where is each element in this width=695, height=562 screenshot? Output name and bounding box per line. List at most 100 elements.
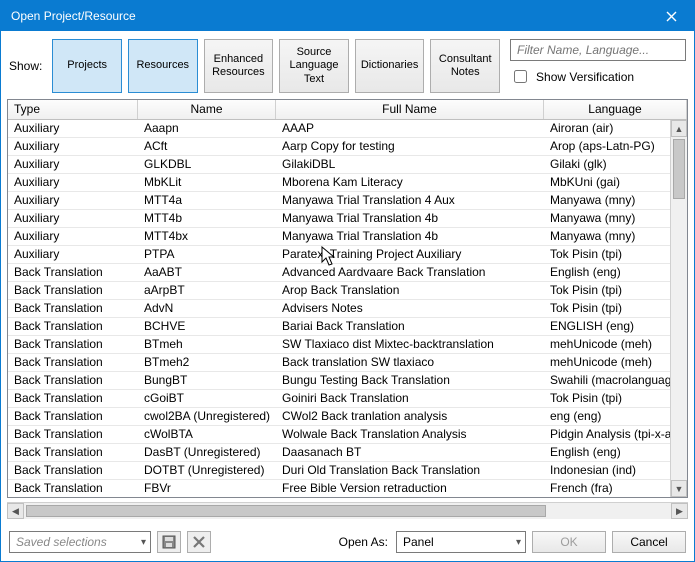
vertical-scrollbar[interactable]: ▲ ▼ — [670, 120, 687, 497]
header-type[interactable]: Type — [8, 100, 138, 119]
cell-type: Back Translation — [8, 336, 138, 353]
cell-type: Back Translation — [8, 426, 138, 443]
consultant-notes-button-label: Consultant Notes — [433, 53, 497, 79]
scroll-up-button[interactable]: ▲ — [671, 120, 687, 137]
cell-lang: mehUnicode (meh) — [544, 354, 687, 371]
resources-button[interactable]: Resources — [128, 39, 198, 93]
horizontal-scroll-thumb[interactable] — [26, 505, 546, 517]
cell-lang: mehUnicode (meh) — [544, 336, 687, 353]
cell-name: AdvN — [138, 300, 276, 317]
header-full-name[interactable]: Full Name — [276, 100, 544, 119]
table-row[interactable]: AuxiliaryMbKLitMborena Kam LiteracyMbKUn… — [8, 174, 687, 192]
table-row[interactable]: Back TranslationAaABTAdvanced Aardvaare … — [8, 264, 687, 282]
cell-type: Back Translation — [8, 390, 138, 407]
table-row[interactable]: AuxiliaryGLKDBLGilakiDBLGilaki (glk) — [8, 156, 687, 174]
cell-full: Back translation SW tlaxiaco — [276, 354, 544, 371]
cell-type: Auxiliary — [8, 228, 138, 245]
header-language[interactable]: Language — [544, 100, 687, 119]
table-header: Type Name Full Name Language — [8, 100, 687, 120]
table-row[interactable]: Back TranslationDOTBT (Unregistered)Duri… — [8, 462, 687, 480]
cell-name: GLKDBL — [138, 156, 276, 173]
cell-name: BungBT — [138, 372, 276, 389]
scroll-left-button[interactable]: ◀ — [7, 503, 24, 519]
cell-lang: Tok Pisin (tpi) — [544, 246, 687, 263]
table-row[interactable]: AuxiliaryPTPAParatext Training Project A… — [8, 246, 687, 264]
cancel-button[interactable]: Cancel — [612, 531, 686, 553]
projects-button-label: Projects — [67, 59, 107, 72]
cell-full: Aarp Copy for testing — [276, 138, 544, 155]
cell-full: Advanced Aardvaare Back Translation — [276, 264, 544, 281]
projects-button[interactable]: Projects — [52, 39, 122, 93]
cell-full: SW Tlaxiaco dist Mixtec-backtranslation — [276, 336, 544, 353]
cell-lang: MbKUni (gai) — [544, 174, 687, 191]
saved-selections-dropdown[interactable]: Saved selections ▾ — [9, 531, 151, 553]
table-row[interactable]: Back Translationcwol2BA (Unregistered)CW… — [8, 408, 687, 426]
cell-full: Mborena Kam Literacy — [276, 174, 544, 191]
cell-lang: ENGLISH (eng) — [544, 318, 687, 335]
saved-selections-placeholder: Saved selections — [16, 535, 107, 549]
delete-selection-button[interactable] — [187, 531, 211, 553]
consultant-notes-button[interactable]: Consultant Notes — [430, 39, 500, 93]
chevron-down-icon: ▾ — [141, 537, 146, 548]
cell-lang: Pidgin Analysis (tpi-x-an... — [544, 426, 687, 443]
scroll-right-button[interactable]: ▶ — [671, 503, 688, 519]
cell-lang: Gilaki (glk) — [544, 156, 687, 173]
cell-name: PTPA — [138, 246, 276, 263]
dictionaries-button[interactable]: Dictionaries — [355, 39, 425, 93]
cell-full: Arop Back Translation — [276, 282, 544, 299]
cell-lang: Tok Pisin (tpi) — [544, 300, 687, 317]
cell-lang: Arop (aps-Latn-PG) — [544, 138, 687, 155]
table: Type Name Full Name Language AuxiliaryAa… — [7, 99, 688, 498]
table-row[interactable]: Back TranslationBTmehSW Tlaxiaco dist Mi… — [8, 336, 687, 354]
cell-lang: Manyawa (mny) — [544, 210, 687, 227]
table-row[interactable]: Back TranslationaArpBTArop Back Translat… — [8, 282, 687, 300]
cell-type: Auxiliary — [8, 210, 138, 227]
cell-name: MTT4b — [138, 210, 276, 227]
cell-lang: English (eng) — [544, 444, 687, 461]
table-row[interactable]: Back TranslationBCHVEBariai Back Transla… — [8, 318, 687, 336]
cell-type: Back Translation — [8, 282, 138, 299]
table-row[interactable]: AuxiliaryAaapnAAAPAiroran (air) — [8, 120, 687, 138]
vertical-scroll-track[interactable] — [671, 137, 687, 480]
table-body[interactable]: AuxiliaryAaapnAAAPAiroran (air)Auxiliary… — [8, 120, 687, 497]
horizontal-scrollbar[interactable]: ◀ ▶ — [7, 502, 688, 519]
table-row[interactable]: AuxiliaryMTT4bxManyawa Trial Translation… — [8, 228, 687, 246]
cell-full: Duri Old Translation Back Translation — [276, 462, 544, 479]
cell-type: Back Translation — [8, 354, 138, 371]
cell-lang: French (fra) — [544, 480, 687, 497]
vertical-scroll-thumb[interactable] — [673, 139, 685, 199]
show-versification-checkbox[interactable] — [514, 70, 527, 83]
cell-type: Auxiliary — [8, 192, 138, 209]
show-versification-row[interactable]: Show Versification — [510, 67, 686, 86]
table-row[interactable]: Back TranslationcGoiBTGoiniri Back Trans… — [8, 390, 687, 408]
open-as-dropdown[interactable]: Panel ▾ — [396, 531, 526, 553]
save-selection-button[interactable] — [157, 531, 181, 553]
table-row[interactable]: Back TranslationFBVrFree Bible Version r… — [8, 480, 687, 497]
right-tools: Show Versification — [510, 39, 686, 86]
filter-input[interactable] — [510, 39, 686, 61]
enhanced-resources-button[interactable]: Enhanced Resources — [204, 39, 274, 93]
table-row[interactable]: Back TranslationcWolBTAWolwale Back Tran… — [8, 426, 687, 444]
table-row[interactable]: AuxiliaryACftAarp Copy for testingArop (… — [8, 138, 687, 156]
cell-full: Bariai Back Translation — [276, 318, 544, 335]
header-name[interactable]: Name — [138, 100, 276, 119]
cell-name: aArpBT — [138, 282, 276, 299]
cancel-button-label: Cancel — [630, 535, 667, 549]
table-row[interactable]: Back TranslationBTmeh2Back translation S… — [8, 354, 687, 372]
cell-full: CWol2 Back tranlation analysis — [276, 408, 544, 425]
close-button[interactable] — [649, 1, 694, 31]
cell-lang: Indonesian (ind) — [544, 462, 687, 479]
scroll-down-button[interactable]: ▼ — [671, 480, 687, 497]
cell-name: BTmeh — [138, 336, 276, 353]
table-row[interactable]: Back TranslationBungBTBungu Testing Back… — [8, 372, 687, 390]
table-row[interactable]: Back TranslationDasBT (Unregistered)Daas… — [8, 444, 687, 462]
horizontal-scroll-track[interactable] — [24, 503, 671, 519]
open-as-value: Panel — [403, 535, 434, 549]
table-row[interactable]: AuxiliaryMTT4bManyawa Trial Translation … — [8, 210, 687, 228]
table-row[interactable]: AuxiliaryMTT4aManyawa Trial Translation … — [8, 192, 687, 210]
table-row[interactable]: Back TranslationAdvNAdvisers NotesTok Pi… — [8, 300, 687, 318]
ok-button[interactable]: OK — [532, 531, 606, 553]
cell-type: Auxiliary — [8, 156, 138, 173]
cell-full: Free Bible Version retraduction — [276, 480, 544, 497]
source-language-text-button[interactable]: Source Language Text — [279, 39, 349, 93]
